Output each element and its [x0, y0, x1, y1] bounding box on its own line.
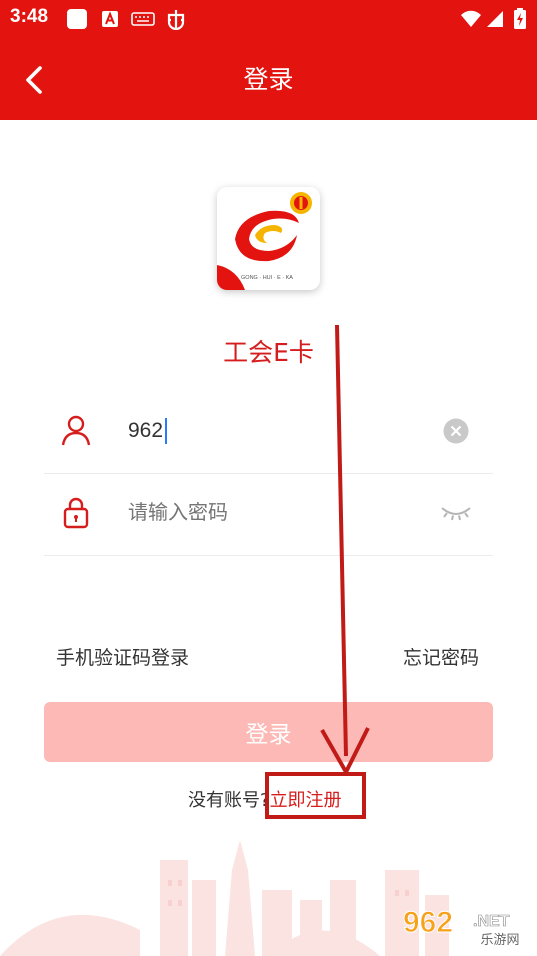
bug-icon — [165, 9, 187, 30]
username-row: 962 — [44, 392, 493, 474]
text-caret — [165, 418, 168, 444]
app-header: 登录 — [0, 38, 537, 120]
notification-app-icon — [66, 9, 88, 29]
username-input[interactable]: 962 — [128, 418, 168, 444]
battery-icon — [513, 8, 527, 29]
status-bar: 3:48 — [0, 0, 537, 38]
register-prompt: 没有账号? — [188, 790, 270, 811]
app-name: 工会E卡 — [223, 338, 314, 367]
user-icon — [58, 412, 94, 448]
watermark-brand: 962 — [403, 906, 453, 939]
login-screen: 3:48 登录 GONG · HUI · E · KA 工会E卡 962 手机验… — [0, 0, 537, 956]
page-title: 登录 — [243, 65, 294, 94]
logo-caption: GONG · HUI · E · KA — [241, 275, 293, 281]
watermark-suffix: .NET — [473, 913, 510, 930]
toggle-password-visibility-button[interactable] — [439, 504, 473, 524]
eye-closed-icon — [441, 507, 471, 521]
keyboard-icon — [131, 9, 155, 29]
status-time: 3:48 — [10, 6, 49, 27]
sms-login-link[interactable]: 手机验证码登录 — [56, 643, 189, 670]
site-watermark: 962 .NET 乐游网 — [401, 902, 531, 952]
register-highlight-box — [265, 772, 366, 819]
notification-a-icon — [101, 9, 119, 29]
watermark-name: 乐游网 — [480, 933, 519, 948]
wifi-icon — [460, 9, 482, 29]
password-row — [44, 474, 493, 556]
login-button[interactable]: 登录 — [44, 702, 493, 762]
username-value: 962 — [128, 419, 164, 442]
clear-icon — [443, 418, 469, 444]
cellular-signal-icon — [486, 9, 504, 29]
password-input[interactable] — [128, 500, 428, 524]
lock-icon — [58, 494, 94, 530]
app-logo: GONG · HUI · E · KA — [217, 187, 320, 290]
clear-input-button[interactable] — [443, 418, 469, 444]
forgot-password-link[interactable]: 忘记密码 — [403, 643, 479, 670]
